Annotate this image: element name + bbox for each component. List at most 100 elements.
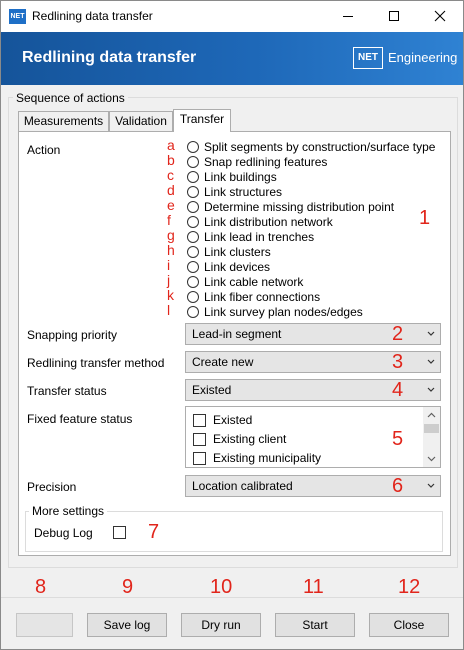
radio-button[interactable] <box>187 305 199 318</box>
option-letter: k <box>167 287 174 303</box>
combo-value: Create new <box>192 355 254 369</box>
window-title: Redlining data transfer <box>32 9 153 23</box>
list-scrollbar[interactable] <box>423 407 440 467</box>
action-radio-option[interactable]: Link clusters <box>187 244 271 259</box>
debug-log-checkbox[interactable] <box>113 526 126 539</box>
action-radio-option[interactable]: Link cable network <box>187 274 303 289</box>
close-window-button[interactable] <box>417 1 463 32</box>
precision-label: Precision <box>27 480 77 494</box>
radio-button[interactable] <box>187 260 199 273</box>
checkbox[interactable] <box>193 432 206 446</box>
radio-label: Link buildings <box>204 169 277 184</box>
dry-run-button[interactable]: Dry run <box>181 613 261 637</box>
minimize-button[interactable] <box>325 1 371 32</box>
radio-button[interactable] <box>187 290 199 303</box>
brand-name: Engineering <box>388 50 458 65</box>
radio-button[interactable] <box>187 185 199 198</box>
radio-button[interactable] <box>187 170 199 183</box>
option-letter: b <box>167 152 175 168</box>
action-radio-option[interactable]: Link fiber connections <box>187 289 320 304</box>
chevron-down-icon <box>427 483 435 488</box>
snapping-priority-label: Snapping priority <box>27 328 118 342</box>
radio-button[interactable] <box>187 230 199 243</box>
list-item-label: Existing client <box>213 432 287 446</box>
action-radio-option[interactable]: Link devices <box>187 259 270 274</box>
chevron-down-icon <box>427 359 435 364</box>
list-item[interactable]: Existing client <box>193 431 286 447</box>
tab-transfer[interactable]: Transfer <box>173 109 231 132</box>
option-letter: e <box>167 197 175 213</box>
fixed-status-label: Fixed feature status <box>27 412 133 426</box>
checkbox[interactable] <box>193 451 206 465</box>
save-log-button[interactable]: Save log <box>87 613 167 637</box>
radio-button[interactable] <box>187 200 199 213</box>
option-letter: l <box>167 302 171 318</box>
radio-label: Link devices <box>204 259 271 274</box>
option-letter: h <box>167 242 175 258</box>
option-letter: f <box>167 212 171 228</box>
radio-label: Link fiber connections <box>204 289 321 304</box>
maximize-icon <box>389 11 399 21</box>
combo-value: Existed <box>192 383 232 397</box>
action-radio-option[interactable]: Link survey plan nodes/edges <box>187 304 363 319</box>
start-button[interactable]: Start <box>275 613 355 637</box>
radio-button[interactable] <box>187 155 199 168</box>
tab-validation[interactable]: Validation <box>109 111 173 132</box>
action-radio-option[interactable]: Link distribution network <box>187 214 333 229</box>
radio-label: Split segments by construction/surface t… <box>204 139 436 154</box>
marker-6: 6 <box>392 475 404 497</box>
tab-measurements[interactable]: Measurements <box>18 111 109 132</box>
radio-button[interactable] <box>187 140 199 153</box>
debug-log-label: Debug Log <box>34 526 93 540</box>
close-button[interactable]: Close <box>369 613 449 637</box>
action-radio-option[interactable]: Determine missing distribution point <box>187 199 394 214</box>
list-item[interactable]: Existed <box>193 412 252 428</box>
radio-label: Link clusters <box>204 244 271 259</box>
header-banner: Redlining data transfer NET Engineering <box>1 32 463 85</box>
marker-2: 2 <box>392 323 404 345</box>
action-radio-option[interactable]: Link buildings <box>187 169 277 184</box>
marker-4: 4 <box>392 379 404 401</box>
marker-12: 12 <box>398 576 421 598</box>
transfer-method-label: Redlining transfer method <box>27 356 165 370</box>
action-radio-option[interactable]: Link lead in trenches <box>187 229 314 244</box>
blank-button[interactable] <box>16 613 73 637</box>
marker-11: 11 <box>303 576 324 598</box>
scroll-up-icon[interactable] <box>427 412 436 418</box>
checkbox[interactable] <box>193 413 206 427</box>
net-logo: NET <box>353 47 383 69</box>
radio-button[interactable] <box>187 215 199 228</box>
close-icon <box>434 10 446 22</box>
list-item-label: Existing municipality <box>213 451 322 465</box>
transfer-status-label: Transfer status <box>27 384 107 398</box>
app-icon: NET <box>9 9 26 24</box>
action-radio-option[interactable]: Split segments by construction/surface t… <box>187 139 435 154</box>
option-letter: c <box>167 167 174 183</box>
radio-button[interactable] <box>187 245 199 258</box>
scroll-thumb[interactable] <box>424 424 439 433</box>
title-bar: NET Redlining data transfer <box>1 1 463 32</box>
action-radio-option[interactable]: Link structures <box>187 184 282 199</box>
maximize-button[interactable] <box>371 1 417 32</box>
action-radio-option[interactable]: Snap redlining features <box>187 154 327 169</box>
action-label: Action <box>27 143 61 157</box>
combo-value: Location calibrated <box>192 479 293 493</box>
marker-10: 10 <box>210 576 233 598</box>
option-letter: a <box>167 137 175 153</box>
option-letter: j <box>167 272 171 288</box>
radio-label: Determine missing distribution point <box>204 199 395 214</box>
chevron-down-icon <box>427 387 435 392</box>
radio-label: Link lead in trenches <box>204 229 315 244</box>
dialog-window: NET Redlining data transfer Redlining da… <box>0 0 464 650</box>
radio-label: Link distribution network <box>204 214 333 229</box>
footer-separator <box>1 597 463 598</box>
marker-7: 7 <box>148 521 160 543</box>
marker-3: 3 <box>392 351 404 373</box>
option-letter: d <box>167 182 175 198</box>
group-legend: Sequence of actions <box>13 91 128 105</box>
scroll-down-icon[interactable] <box>427 456 436 462</box>
list-item[interactable]: Existing municipality <box>193 450 321 466</box>
radio-button[interactable] <box>187 275 199 288</box>
option-letter: g <box>167 227 175 243</box>
marker-9: 9 <box>122 576 134 598</box>
